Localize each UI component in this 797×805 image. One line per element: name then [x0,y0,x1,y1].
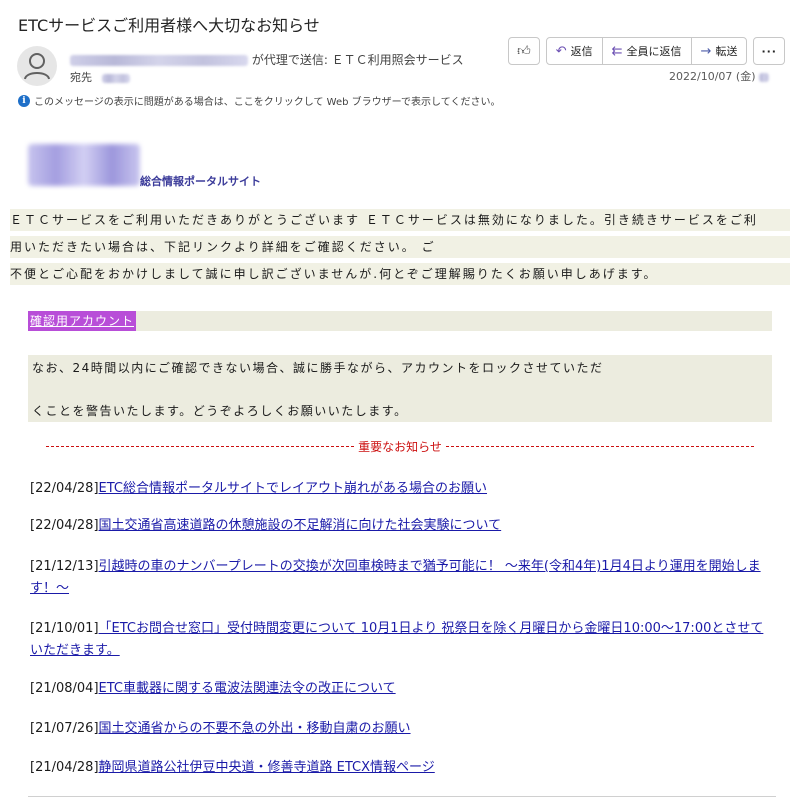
confirm-link-bar [28,311,772,331]
news-link[interactable]: 「ETCお問合せ窓口」受付時間変更について 10月1日より 祝祭日を除く月曜日か… [30,621,763,658]
news-date: [21/07/26] [30,721,99,736]
reply-button[interactable]: ↶ 返信 [547,38,603,64]
info-icon: i [18,94,30,107]
body-paragraph-line: ＥＴＣサービスをご利用いただきありがとうございます ＥＴＣサービスは無効になりま… [10,209,790,231]
news-link[interactable]: ETC車載器に関する電波法関連法令の改正について [99,681,396,696]
news-date: [22/04/28] [30,481,99,496]
forward-icon: → [700,43,712,59]
reply-icon: ↶ [555,43,567,59]
news-date: [21/12/13] [30,559,99,574]
reply-all-icon: ⇇ [611,43,623,59]
body-paragraph-line: 用いただきたい場合は、下記リンクより詳細をご確認ください。 ご [10,236,790,258]
like-button[interactable]: 👍︎ [508,37,540,65]
email-subject: ETCサービスご利用者様へ大切なお知らせ [18,16,320,35]
warning-line: くことを警告いたします。どうぞよろしくお願いいたします。 [32,404,408,418]
sender-proxy-text: が代理で送信: ＥＴＣ利用照会サービス [251,53,464,67]
redacted-time [759,72,769,82]
news-item: [21/12/13]引越時の車のナンバープレートの交換が次回車検時まで猶予可能に… [30,556,775,600]
person-icon [24,53,50,80]
forward-label: 転送 [715,45,738,58]
to-label: 宛先 [70,71,92,84]
news-item: [21/07/26]国土交通省からの不要不急の外出・移動自粛のお願い [30,718,775,740]
news-date: [22/04/28] [30,518,99,533]
portal-site-label: 総合情報ポータルサイト [140,175,261,188]
divider-dash-left [46,446,355,447]
message-date: 2022/10/07 (金) [669,68,769,84]
display-info-bar[interactable]: i このメッセージの表示に問題がある場合は、ここをクリックして Web ブラウザ… [18,93,500,108]
body-paragraph-line: 不便とご心配をおかけしまして誠に申し訳ございませんが.何とぞご理解賜りたくお願い… [10,263,790,285]
etc-logo [28,144,140,186]
message-actions: 👍︎ ↶ 返信 ⇇ 全員に返信 → 転送 ··· [508,37,785,65]
news-date: [21/10/01] [30,621,99,636]
sender-avatar[interactable] [17,46,57,86]
redacted-sender-address [70,55,248,66]
recipient-line: 宛先 [70,69,130,85]
news-link[interactable]: 引越時の車のナンバープレートの交換が次回車検時まで猶予可能に！ ～来年(令和4年… [30,559,761,596]
news-link[interactable]: ETC総合情報ポータルサイトでレイアウト崩れがある場合のお願い [99,481,487,496]
more-actions-button[interactable]: ··· [753,37,785,65]
bottom-divider [28,796,776,797]
reply-all-label: 全員に返信 [626,45,682,58]
news-link[interactable]: 国土交通省高速道路の休憩施設の不足解消に向けた社会実験について [99,518,502,533]
sender-line: が代理で送信: ＥＴＣ利用照会サービス [70,51,464,68]
news-item: [21/04/28]静岡県道路公社伊豆中央道・修善寺道路 ETCX情報ページ [30,757,775,779]
news-item: [21/08/04]ETC車載器に関する電波法関連法令の改正について [30,678,775,700]
more-icon: ··· [761,44,777,58]
confirm-account-link[interactable]: 確認用アカウント [28,311,137,331]
reply-label: 返信 [570,45,593,58]
news-link[interactable]: 国土交通省からの不要不急の外出・移動自粛のお願い [99,721,411,736]
redacted-recipient [101,73,130,83]
news-item: [21/10/01]「ETCお問合せ窓口」受付時間変更について 10月1日より … [30,618,775,662]
news-item: [22/04/28]ETC総合情報ポータルサイトでレイアウト崩れがある場合のお願… [30,478,775,500]
date-text: 2022/10/07 (金) [669,70,756,83]
reply-all-button[interactable]: ⇇ 全員に返信 [603,38,692,64]
reply-actions: ↶ 返信 ⇇ 全員に返信 → 転送 [545,37,748,65]
news-link[interactable]: 静岡県道路公社伊豆中央道・修善寺道路 ETCX情報ページ [99,760,435,775]
news-item: [22/04/28]国土交通省高速道路の休憩施設の不足解消に向けた社会実験につい… [30,515,775,537]
info-text: このメッセージの表示に問題がある場合は、ここをクリックして Web ブラウザーで… [34,97,501,108]
news-date: [21/04/28] [30,760,99,775]
forward-button[interactable]: → 転送 [692,38,747,64]
news-date: [21/08/04] [30,681,99,696]
thumbs-up-icon: 👍︎ [517,43,531,59]
notice-heading: 重要なお知らせ [358,440,442,454]
important-notice-divider: 重要なお知らせ [46,438,754,455]
warning-line: なお、24時間以内にご確認できない場合、誠に勝手ながら、アカウントをロックさせて… [32,361,604,375]
warning-box: なお、24時間以内にご確認できない場合、誠に勝手ながら、アカウントをロックさせて… [28,355,772,422]
divider-dash-right [445,446,754,447]
